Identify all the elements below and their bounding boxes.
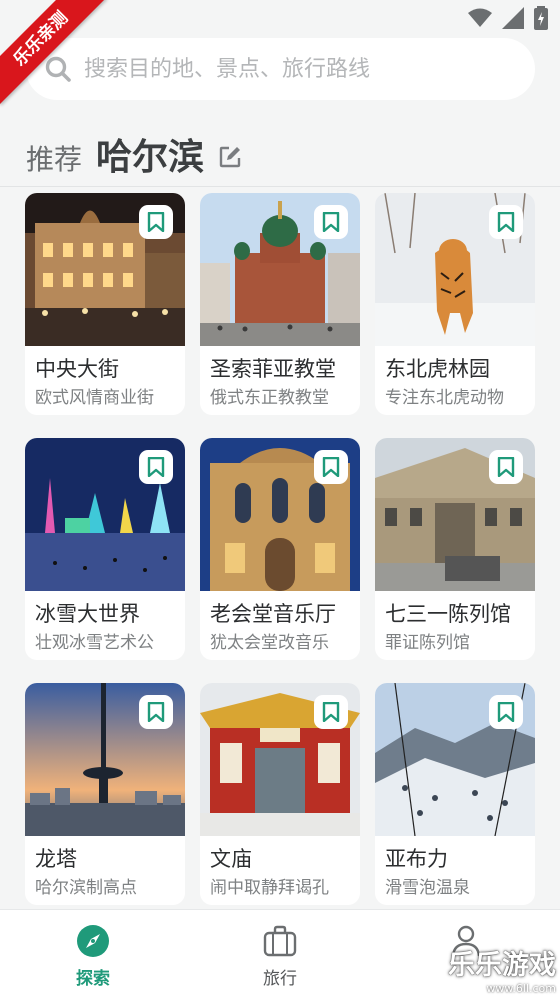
- bookmark-icon: [147, 212, 165, 232]
- site-watermark: 乐乐游戏 www.6ll.com: [436, 943, 556, 995]
- search-bar[interactable]: [26, 38, 535, 100]
- nav-explore-label: 探索: [76, 969, 110, 989]
- recommend-label: 推荐: [26, 143, 83, 176]
- attraction-title: 圣索菲亚教堂: [210, 357, 336, 381]
- attraction-card[interactable]: 中央大街 欧式风情商业街: [25, 193, 185, 415]
- bookmark-button[interactable]: [314, 205, 348, 239]
- attraction-card[interactable]: 龙塔 哈尔滨制高点: [25, 683, 185, 905]
- attraction-subtitle: 哈尔滨制高点: [35, 878, 137, 898]
- nav-trip[interactable]: 旅行: [240, 924, 320, 989]
- attraction-title: 亚布力: [385, 847, 448, 871]
- nav-trip-label: 旅行: [263, 969, 297, 989]
- attraction-title: 七三一陈列馆: [385, 602, 511, 626]
- bookmark-icon: [497, 212, 515, 232]
- bookmark-icon: [497, 702, 515, 722]
- bookmark-button[interactable]: [489, 695, 523, 729]
- edit-icon[interactable]: [218, 145, 242, 169]
- attraction-card[interactable]: 圣索菲亚教堂 俄式东正教教堂: [200, 193, 360, 415]
- attraction-card[interactable]: 文庙 闹中取静拜谒孔: [200, 683, 360, 905]
- attraction-image: [25, 438, 185, 591]
- bookmark-button[interactable]: [139, 205, 173, 239]
- bookmark-button[interactable]: [314, 695, 348, 729]
- attraction-title: 老会堂音乐厅: [210, 602, 336, 626]
- compass-icon: [77, 925, 109, 957]
- attraction-image: [200, 438, 360, 591]
- attraction-title: 龙塔: [35, 847, 77, 871]
- attraction-card[interactable]: 亚布力 滑雪泡温泉: [375, 683, 535, 905]
- recommend-header: 推荐 哈尔滨: [26, 128, 242, 180]
- bookmark-icon: [147, 702, 165, 722]
- attraction-image: [375, 193, 535, 346]
- suitcase-icon: [263, 925, 297, 957]
- bookmark-icon: [497, 457, 515, 477]
- status-icons: [468, 6, 548, 30]
- watermark-domain: www.6ll.com: [486, 982, 556, 995]
- attraction-card[interactable]: 冰雪大世界 壮观冰雪艺术公: [25, 438, 185, 660]
- battery-icon: [534, 6, 548, 30]
- bookmark-button[interactable]: [314, 450, 348, 484]
- bookmark-icon: [322, 457, 340, 477]
- attraction-subtitle: 闹中取静拜谒孔: [210, 878, 329, 898]
- nav-explore[interactable]: 探索: [53, 924, 133, 989]
- page: 乐乐亲测 推荐 哈尔滨: [0, 0, 560, 997]
- attraction-card[interactable]: 老会堂音乐厅 犹太会堂改音乐: [200, 438, 360, 660]
- attraction-card[interactable]: 东北虎林园 专注东北虎动物: [375, 193, 535, 415]
- attraction-title: 中央大街: [35, 357, 119, 381]
- watermark-text: 乐乐游戏: [448, 950, 556, 981]
- attraction-image: [200, 683, 360, 836]
- bookmark-button[interactable]: [139, 450, 173, 484]
- attraction-image: [25, 193, 185, 346]
- attraction-card[interactable]: 七三一陈列馆 罪证陈列馆: [375, 438, 535, 660]
- attraction-image: [375, 683, 535, 836]
- attraction-title: 东北虎林园: [385, 357, 490, 381]
- bookmark-button[interactable]: [489, 450, 523, 484]
- attraction-subtitle: 俄式东正教教堂: [210, 388, 329, 408]
- city-name[interactable]: 哈尔滨: [96, 128, 204, 180]
- attraction-image: [25, 683, 185, 836]
- attraction-subtitle: 犹太会堂改音乐: [210, 633, 329, 653]
- search-input[interactable]: [84, 56, 535, 82]
- attraction-subtitle: 欧式风情商业街: [35, 388, 154, 408]
- attraction-image: [375, 438, 535, 591]
- search-icon: [45, 56, 71, 82]
- bookmark-icon: [147, 457, 165, 477]
- signal-icon: [502, 7, 524, 29]
- bookmark-icon: [322, 212, 340, 232]
- attraction-subtitle: 壮观冰雪艺术公: [35, 633, 154, 653]
- wifi-icon: [468, 8, 492, 27]
- attraction-image: [200, 193, 360, 346]
- attraction-subtitle: 罪证陈列馆: [385, 633, 470, 653]
- bookmark-button[interactable]: [489, 205, 523, 239]
- bookmark-icon: [322, 702, 340, 722]
- header-divider: [0, 186, 560, 187]
- attraction-title: 文庙: [210, 847, 252, 871]
- bookmark-button[interactable]: [139, 695, 173, 729]
- attraction-subtitle: 专注东北虎动物: [385, 388, 504, 408]
- attraction-title: 冰雪大世界: [35, 602, 140, 626]
- attraction-subtitle: 滑雪泡温泉: [385, 878, 470, 898]
